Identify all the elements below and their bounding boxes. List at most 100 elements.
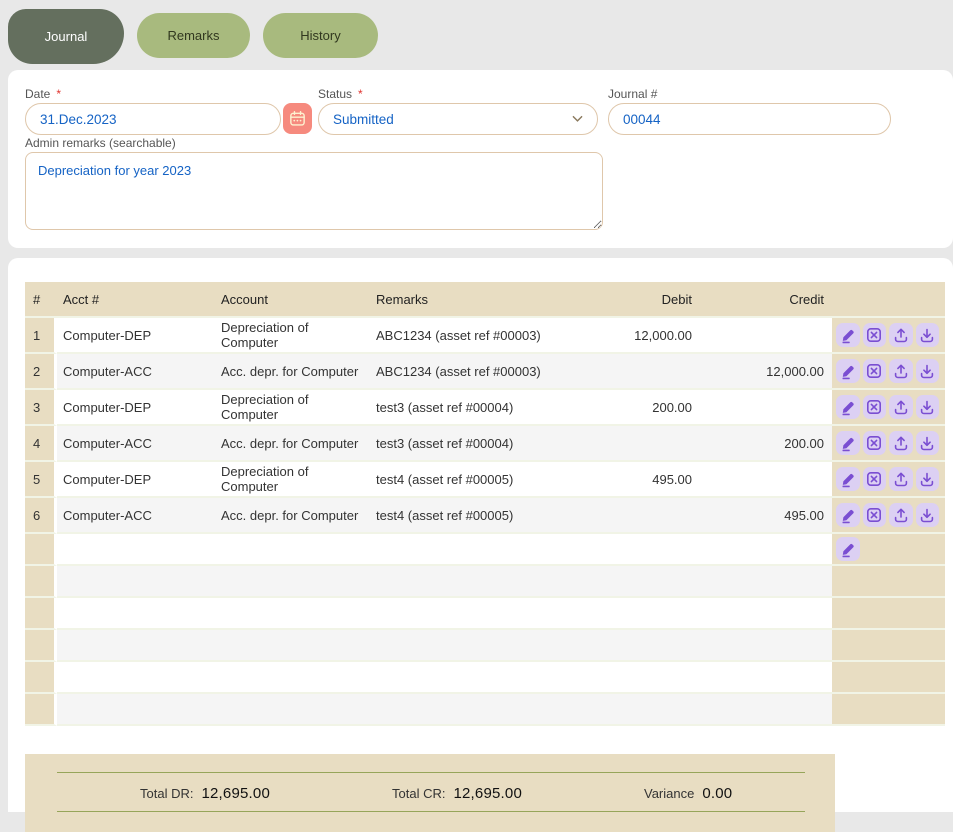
upload-button[interactable] [889, 503, 913, 527]
upload-button[interactable] [889, 323, 913, 347]
download-button[interactable] [916, 395, 940, 419]
date-input[interactable] [25, 103, 281, 135]
tab-journal-label: Journal [45, 29, 88, 44]
row-credit-cell [700, 462, 832, 498]
row-num-cell: 3 [25, 390, 57, 426]
download-button[interactable] [916, 359, 940, 383]
table-row: 6 Computer-ACC Acc. depr. for Computer t… [25, 498, 945, 534]
variance-label: Variance [644, 786, 694, 801]
edit-button[interactable] [836, 395, 860, 419]
upload-button[interactable] [889, 431, 913, 455]
row-actions-cell [832, 534, 945, 566]
row-credit-cell: 495.00 [700, 498, 832, 534]
journal-form-card: Date* Status* Submitted Journal # Admin … [8, 70, 953, 248]
edit-button[interactable] [836, 359, 860, 383]
tab-history-label: History [300, 28, 340, 43]
row-debit-cell [560, 354, 700, 390]
download-button[interactable] [916, 431, 940, 455]
delete-button[interactable] [863, 467, 887, 491]
edit-button[interactable] [836, 503, 860, 527]
row-debit-cell: 200.00 [560, 390, 700, 426]
upload-button[interactable] [889, 359, 913, 383]
row-actions-cell [832, 354, 945, 390]
delete-button[interactable] [863, 323, 887, 347]
upload-button[interactable] [889, 395, 913, 419]
row-num-cell: 5 [25, 462, 57, 498]
row-actions-cell [832, 662, 945, 694]
download-icon [918, 434, 936, 452]
row-num-cell: 2 [25, 354, 57, 390]
download-icon [918, 362, 936, 380]
row-remarks-cell: test4 (asset ref #00005) [370, 498, 560, 534]
row-account-cell: Acc. depr. for Computer [215, 354, 370, 390]
row-remarks-cell: ABC1234 (asset ref #00003) [370, 354, 560, 390]
row-num-cell: 4 [25, 426, 57, 462]
download-button[interactable] [916, 323, 940, 347]
row-account-cell: Depreciation of Computer [215, 318, 370, 354]
status-select[interactable]: Submitted [318, 103, 598, 135]
edit-button[interactable] [836, 323, 860, 347]
empty-row-body [57, 662, 832, 694]
empty-row-body [57, 630, 832, 662]
edit-button[interactable] [836, 431, 860, 455]
total-cr-label: Total CR: [392, 786, 445, 801]
upload-icon [892, 326, 910, 344]
download-icon [918, 470, 936, 488]
total-dr-label: Total DR: [140, 786, 193, 801]
date-label: Date* [25, 87, 61, 101]
variance-value: 0.00 [702, 785, 732, 802]
row-acct-cell: Computer-DEP [57, 390, 215, 426]
totals-inner: Total DR: 12,695.00 Total CR: 12,695.00 … [57, 772, 805, 812]
totals-section: Total DR: 12,695.00 Total CR: 12,695.00 … [25, 754, 835, 832]
tab-remarks[interactable]: Remarks [137, 13, 250, 58]
row-actions-cell [832, 694, 945, 726]
delete-button[interactable] [863, 395, 887, 419]
row-num-cell [25, 566, 57, 598]
date-required-asterisk: * [56, 87, 61, 101]
table-body: 1 Computer-DEP Depreciation of Computer … [25, 318, 945, 726]
empty-row-body [57, 694, 832, 726]
journal-number-input[interactable] [608, 103, 891, 135]
row-num-cell [25, 630, 57, 662]
row-actions-cell [832, 390, 945, 426]
tab-history[interactable]: History [263, 13, 378, 58]
edit-pencil-icon [839, 326, 857, 344]
download-button[interactable] [916, 467, 940, 491]
status-label: Status* [318, 87, 363, 101]
upload-icon [892, 398, 910, 416]
table-row: 5 Computer-DEP Depreciation of Computer … [25, 462, 945, 498]
delete-box-x-icon [865, 362, 883, 380]
empty-row-body [57, 566, 832, 598]
row-debit-cell: 12,000.00 [560, 318, 700, 354]
journal-number-label: Journal # [608, 87, 657, 101]
delete-button[interactable] [863, 359, 887, 383]
admin-remarks-textarea[interactable]: Depreciation for year 2023 [25, 152, 603, 230]
edit-pencil-icon [839, 398, 857, 416]
col-header-account: Account [215, 282, 370, 318]
row-credit-cell: 12,000.00 [700, 354, 832, 390]
delete-box-x-icon [865, 470, 883, 488]
upload-button[interactable] [889, 467, 913, 491]
journal-lines-table: # Acct # Account Remarks Debit Credit 1 … [25, 282, 945, 726]
row-credit-cell: 200.00 [700, 426, 832, 462]
edit-button[interactable] [836, 467, 860, 491]
table-row: 3 Computer-DEP Depreciation of Computer … [25, 390, 945, 426]
row-debit-cell [560, 426, 700, 462]
row-account-cell: Acc. depr. for Computer [215, 498, 370, 534]
download-icon [918, 506, 936, 524]
row-actions-cell [832, 426, 945, 462]
row-debit-cell: 495.00 [560, 462, 700, 498]
row-actions-cell [832, 498, 945, 534]
table-row: 2 Computer-ACC Acc. depr. for Computer A… [25, 354, 945, 390]
col-header-actions [832, 282, 945, 318]
delete-button[interactable] [863, 431, 887, 455]
admin-remarks-label: Admin remarks (searchable) [25, 136, 176, 150]
edit-button[interactable] [836, 537, 860, 561]
edit-pencil-icon [839, 434, 857, 452]
download-button[interactable] [916, 503, 940, 527]
delete-button[interactable] [863, 503, 887, 527]
row-acct-cell: Computer-ACC [57, 498, 215, 534]
tab-journal[interactable]: Journal [8, 9, 124, 64]
row-num-cell [25, 694, 57, 726]
date-picker-button[interactable] [283, 103, 312, 134]
